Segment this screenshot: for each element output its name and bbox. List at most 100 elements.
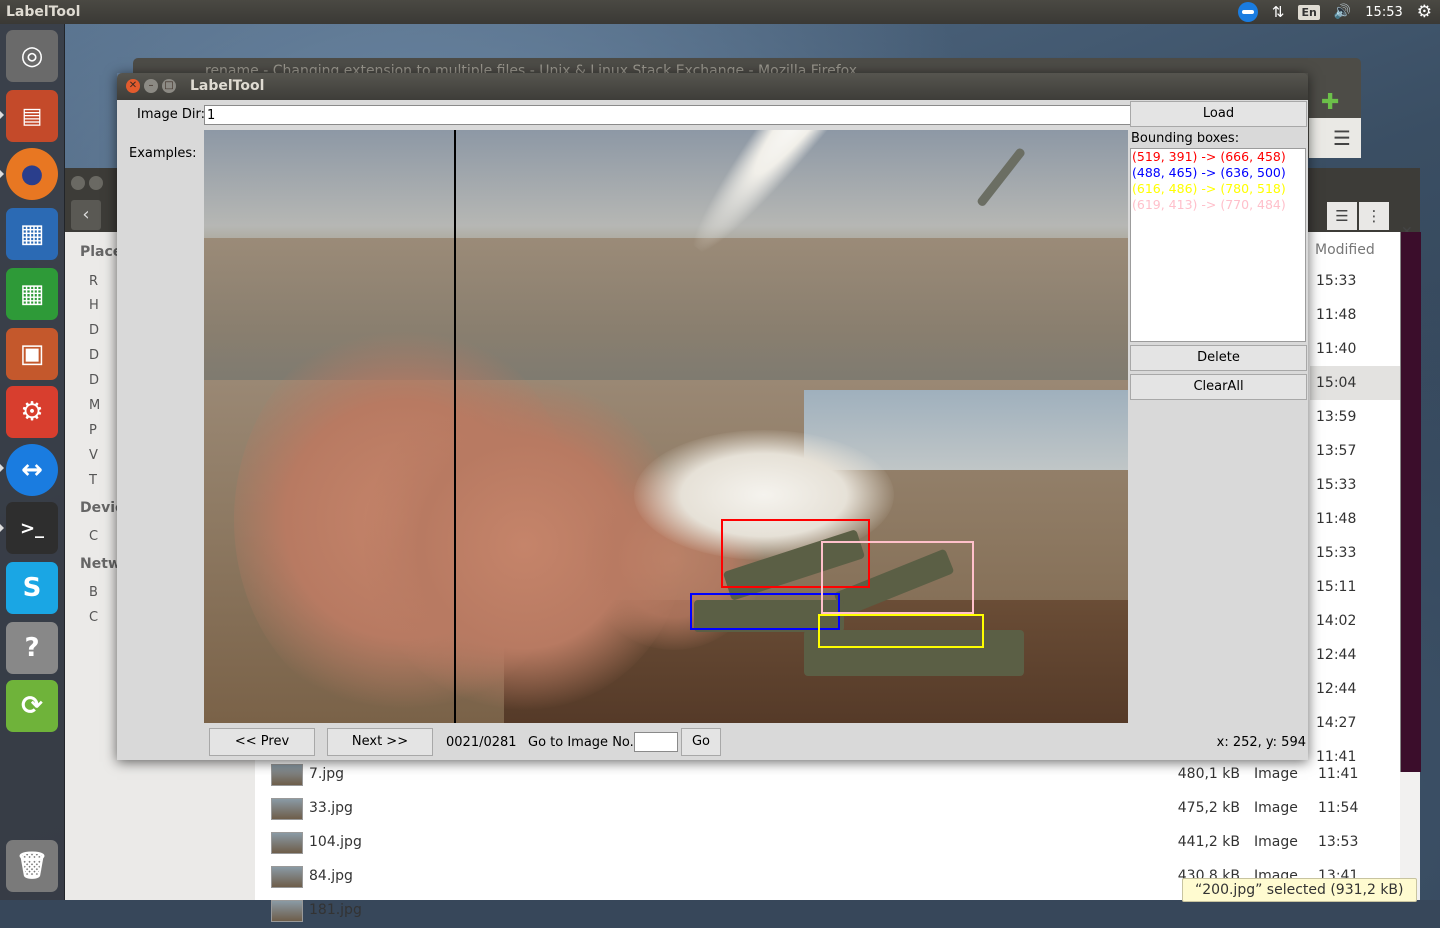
image-thumbnail — [271, 764, 303, 786]
sidebar-item-home[interactable]: H — [89, 298, 99, 313]
sidebar-item-downloads[interactable]: D — [89, 373, 99, 388]
file-name: 181.jpg — [309, 902, 362, 918]
modified-cell[interactable]: 12:44 — [1310, 638, 1400, 672]
running-indicator — [0, 111, 4, 119]
sidebar-item-desktop[interactable]: D — [89, 323, 99, 338]
bounding-box-list[interactable]: (519, 391) -> (666, 458) (488, 465) -> (… — [1130, 148, 1306, 342]
modified-cell[interactable]: 11:40 — [1310, 332, 1400, 366]
bounding-box-item[interactable]: (616, 486) -> (780, 518) — [1131, 181, 1305, 197]
file-name: 104.jpg — [309, 834, 362, 850]
close-icon[interactable]: ✕ — [126, 79, 140, 93]
bounding-box-pink[interactable] — [821, 541, 974, 614]
file-row[interactable]: 33.jpg 475,2 kB Image 11:54 — [270, 792, 1400, 826]
help-icon[interactable]: ? — [6, 622, 58, 674]
back-arrow-icon[interactable]: ‹ — [71, 200, 101, 230]
load-button[interactable]: Load — [1130, 101, 1307, 127]
file-row[interactable]: 7.jpg 480,1 kB Image 11:41 — [270, 758, 1400, 792]
sidebar-heading-places: Place — [80, 244, 123, 260]
sidebar-item-music[interactable]: M — [89, 398, 100, 413]
hamburger-menu-icon[interactable]: ☰ — [1333, 126, 1351, 150]
sidebar-item-pictures[interactable]: P — [89, 423, 97, 438]
files-icon[interactable]: ▤ — [6, 90, 58, 142]
grid-view-icon[interactable]: ⋮ — [1359, 202, 1389, 230]
sidebar-item-videos[interactable]: V — [89, 448, 98, 463]
bounding-box-yellow[interactable] — [818, 614, 984, 648]
background-window-edge — [1400, 232, 1421, 772]
labeltool-window: ✕ – □ LabelTool Image Dir: Load Bounding… — [117, 73, 1308, 760]
software-updater-icon[interactable]: ⟳ — [6, 680, 58, 732]
modified-cell[interactable]: 12:44 — [1310, 672, 1400, 706]
modified-cell-selected[interactable]: 15:04 — [1310, 366, 1400, 400]
file-modified: 11:54 — [1318, 800, 1359, 816]
modified-cell[interactable]: 13:57 — [1310, 434, 1400, 468]
window-title: LabelTool — [190, 78, 265, 94]
system-settings-icon[interactable]: ⚙ — [6, 386, 58, 438]
libreoffice-calc-icon[interactable]: ▦ — [6, 268, 58, 320]
minimize-icon[interactable]: – — [144, 79, 158, 93]
image-progress: 0021/0281 — [446, 735, 517, 750]
trash-icon[interactable]: 🗑 — [6, 840, 58, 892]
terminal-icon[interactable]: >_ — [6, 502, 58, 554]
skype-icon[interactable]: S — [6, 562, 58, 614]
delete-button[interactable]: Delete — [1130, 345, 1307, 371]
image-dir-input[interactable] — [204, 105, 1132, 125]
close-icon[interactable] — [71, 176, 85, 190]
prev-button[interactable]: << Prev — [209, 728, 315, 756]
file-type: Image — [1254, 834, 1298, 850]
file-name: 84.jpg — [309, 868, 353, 884]
ubuntu-dash-icon[interactable]: ◎ — [6, 30, 58, 82]
libreoffice-writer-icon[interactable]: ▦ — [6, 208, 58, 260]
running-indicator — [0, 524, 4, 532]
modified-column: 15:33 11:48 11:40 15:04 13:59 13:57 15:3… — [1310, 264, 1400, 774]
column-header-modified[interactable]: Modified — [1315, 242, 1375, 258]
goto-image-input[interactable] — [634, 732, 678, 752]
goto-label: Go to Image No. — [528, 735, 634, 750]
modified-cell[interactable]: 11:48 — [1310, 502, 1400, 536]
bounding-box-item[interactable]: (488, 465) -> (636, 500) — [1131, 165, 1305, 181]
teamviewer-tray-icon[interactable] — [1237, 2, 1258, 22]
file-modified: 11:41 — [1318, 766, 1359, 782]
modified-cell[interactable]: 13:59 — [1310, 400, 1400, 434]
running-indicator — [0, 464, 4, 472]
sidebar-item-recent[interactable]: R — [89, 274, 98, 289]
next-button[interactable]: Next >> — [327, 728, 433, 756]
network-icon[interactable]: ⇅ — [1272, 3, 1285, 21]
modified-cell[interactable]: 14:02 — [1310, 604, 1400, 638]
modified-cell[interactable]: 11:48 — [1310, 298, 1400, 332]
clock[interactable]: 15:53 — [1365, 5, 1402, 20]
list-view-icon[interactable]: ☰ — [1327, 202, 1357, 230]
crosshair-vertical-line — [454, 130, 456, 723]
image-canvas[interactable] — [204, 130, 1128, 723]
sidebar-item-trash[interactable]: T — [89, 473, 97, 488]
image-thumbnail — [271, 900, 303, 922]
teamviewer-icon[interactable]: ↔ — [6, 444, 58, 496]
image-thumbnail — [271, 832, 303, 854]
maximize-icon[interactable]: □ — [162, 79, 176, 93]
minimize-icon[interactable] — [89, 176, 103, 190]
keyboard-layout-indicator[interactable]: En — [1298, 4, 1320, 20]
libreoffice-impress-icon[interactable]: ▣ — [6, 328, 58, 380]
sidebar-item-browse-network[interactable]: B — [89, 585, 98, 600]
firefox-icon[interactable]: ● — [6, 148, 58, 200]
cursor-coordinates: x: 252, y: 594 — [1216, 735, 1306, 750]
labeltool-titlebar[interactable]: ✕ – □ LabelTool — [117, 73, 1308, 100]
sidebar-item-connect-server[interactable]: C — [89, 610, 98, 625]
clear-all-button[interactable]: ClearAll — [1130, 374, 1307, 400]
image-thumbnail — [271, 866, 303, 888]
new-tab-plus-icon[interactable]: ✚ — [1321, 90, 1339, 115]
sidebar-item-computer[interactable]: C — [89, 529, 98, 544]
modified-cell[interactable]: 15:33 — [1310, 468, 1400, 502]
modified-cell[interactable]: 15:33 — [1310, 536, 1400, 570]
go-button[interactable]: Go — [681, 728, 721, 756]
volume-icon[interactable]: 🔊 — [1334, 4, 1351, 20]
file-row[interactable]: 104.jpg 441,2 kB Image 13:53 — [270, 826, 1400, 860]
modified-cell[interactable]: 14:27 — [1310, 706, 1400, 740]
image-thumbnail — [271, 798, 303, 820]
sidebar-item-documents[interactable]: D — [89, 348, 99, 363]
modified-cell[interactable]: 15:11 — [1310, 570, 1400, 604]
bounding-box-item[interactable]: (619, 413) -> (770, 484) — [1131, 197, 1305, 213]
bounding-box-item[interactable]: (519, 391) -> (666, 458) — [1131, 149, 1305, 165]
settings-gear-icon[interactable]: ⚙ — [1417, 2, 1432, 22]
modified-cell[interactable]: 15:33 — [1310, 264, 1400, 298]
file-type: Image — [1254, 800, 1298, 816]
